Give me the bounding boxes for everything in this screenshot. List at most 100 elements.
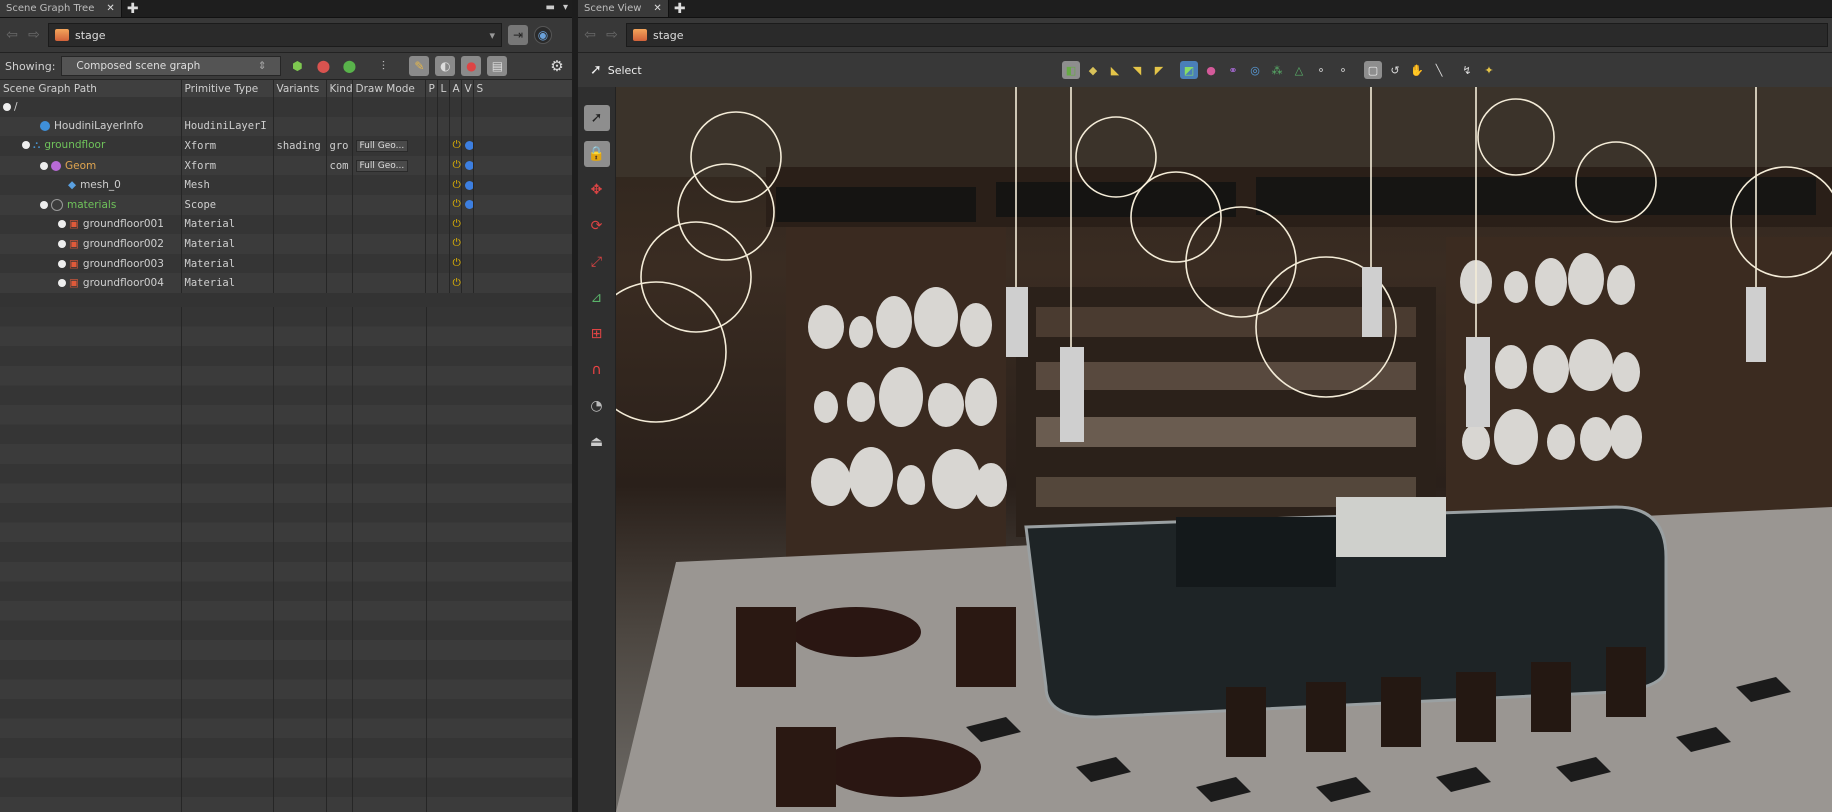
remove-primitive-icon[interactable]: ⬤	[313, 56, 333, 76]
table-row[interactable]: Geom Xform com Full Geo... ⏻	[0, 155, 573, 176]
lock-icon[interactable]: 🔒	[583, 141, 610, 167]
secure-select-icon[interactable]: ↯	[1458, 61, 1476, 79]
collection-icon[interactable]: ⬤	[339, 56, 359, 76]
add-tab-icon[interactable]: ✚	[669, 0, 691, 17]
table-row[interactable]: ◆ mesh_0 Mesh ⏻	[0, 175, 573, 195]
table-row[interactable]: ▣ groundfloor002 Material ⏻	[0, 234, 573, 254]
col-header-l[interactable]: L	[437, 80, 450, 97]
back-arrow-icon[interactable]: ⇦	[582, 27, 598, 43]
sphere-icon[interactable]: ◐	[435, 56, 456, 76]
col-header-p[interactable]: P	[425, 80, 438, 97]
rotate-tool-icon[interactable]: ⟳	[584, 213, 610, 239]
back-arrow-icon[interactable]: ⇦	[4, 27, 20, 43]
light-icon[interactable]: ●	[461, 56, 482, 76]
select-faces-icon[interactable]: ◥	[1128, 61, 1146, 79]
drawmode-select[interactable]: Full Geo...	[355, 160, 409, 173]
eye-icon[interactable]	[464, 200, 472, 210]
gear-icon[interactable]: ⚙	[547, 56, 567, 76]
select-components-icon[interactable]: △	[1290, 61, 1308, 79]
col-header-variants[interactable]: Variants	[273, 80, 327, 97]
path-field[interactable]: stage	[626, 23, 1828, 47]
path-dropdown-icon[interactable]: ▾	[489, 29, 495, 42]
forward-arrow-icon[interactable]: ⇨	[26, 27, 42, 43]
collapse-icon[interactable]	[40, 200, 48, 209]
visibility-cell[interactable]	[461, 155, 474, 176]
path-field[interactable]: stage ▾	[48, 23, 502, 47]
table-row[interactable]: ▣ groundfloor004 Material ⏻	[0, 273, 573, 293]
select-edges-icon[interactable]: ◣	[1106, 61, 1124, 79]
drawmode-cell[interactable]: Full Geo...	[352, 136, 426, 156]
select-objects-icon[interactable]: ◧	[1062, 61, 1080, 79]
expand-icon[interactable]	[58, 259, 66, 268]
tab-scene-view[interactable]: Scene View ✕	[578, 0, 669, 17]
activate-icon[interactable]: ⏻	[449, 136, 462, 156]
select-subcomponents-icon[interactable]: ⚬	[1312, 61, 1330, 79]
move-tool-icon[interactable]: ✥	[584, 177, 610, 203]
eye-icon[interactable]	[464, 161, 472, 171]
table-row[interactable]: ▣ groundfloor003 Material ⏻	[0, 253, 573, 274]
paint-select-icon[interactable]: ✋	[1408, 61, 1426, 79]
snap-magnet-icon[interactable]: ∩	[584, 357, 610, 383]
activate-icon[interactable]: ⏻	[449, 155, 462, 176]
col-header-v[interactable]: V	[461, 80, 474, 97]
col-header-kind[interactable]: Kind	[326, 80, 353, 97]
link-icon[interactable]: ◉	[534, 26, 552, 44]
activate-icon[interactable]: ⏻	[449, 214, 462, 235]
col-header-drawmode[interactable]: Draw Mode	[352, 80, 426, 97]
activate-icon[interactable]: ⏻	[449, 273, 462, 293]
expand-icon[interactable]	[58, 220, 66, 229]
laser-select-icon[interactable]: ╲	[1430, 61, 1448, 79]
table-row[interactable]: ⛬ groundfloor Xform shading gro Full Geo.…	[0, 136, 573, 156]
forward-arrow-icon[interactable]: ⇨	[604, 27, 620, 43]
drawmode-select[interactable]: Full Geo...	[355, 140, 409, 153]
box-select-icon[interactable]: ▢	[1364, 61, 1382, 79]
camera-tool-icon[interactable]: ⏏	[584, 429, 610, 455]
add-primitive-icon[interactable]: ⬢	[287, 56, 307, 76]
activate-icon[interactable]: ⏻	[449, 234, 462, 254]
select-connected-icon[interactable]: ⚭	[1224, 61, 1242, 79]
col-header-type[interactable]: Primitive Type	[181, 80, 274, 97]
eye-icon[interactable]	[464, 180, 472, 190]
scale-tool-icon[interactable]: ⤢	[584, 249, 610, 275]
pin-icon[interactable]: ⇥	[508, 25, 528, 45]
brush-icon[interactable]: ✎	[409, 56, 430, 76]
visibility-cell[interactable]	[461, 175, 474, 195]
activate-icon[interactable]: ⏻	[449, 194, 462, 215]
table-row[interactable]: /	[0, 97, 573, 117]
select-assemblies-icon[interactable]: ⚬	[1334, 61, 1352, 79]
filter-sliders-icon[interactable]: ⫶	[373, 56, 393, 76]
col-header-path[interactable]: Scene Graph Path	[0, 80, 182, 97]
close-tab-icon[interactable]: ✕	[106, 3, 114, 14]
add-tab-icon[interactable]: ✚	[122, 0, 144, 17]
pane-menu-icon[interactable]: ▾	[563, 2, 568, 13]
drawmode-cell[interactable]: Full Geo...	[352, 155, 426, 176]
close-tab-icon[interactable]: ✕	[653, 3, 661, 14]
eye-icon[interactable]	[464, 141, 472, 151]
expand-icon[interactable]	[58, 279, 66, 288]
select-models-icon[interactable]: ⁂	[1268, 61, 1286, 79]
col-header-a[interactable]: A	[449, 80, 462, 97]
lasso-select-icon[interactable]: ↺	[1386, 61, 1404, 79]
table-row[interactable]: materials Scope ⏻	[0, 194, 573, 215]
view-tool-icon[interactable]: ◔	[584, 393, 610, 419]
activate-icon[interactable]: ⏻	[449, 175, 462, 195]
select-visible-icon[interactable]: ✦	[1480, 61, 1498, 79]
select-instances-icon[interactable]: ◎	[1246, 61, 1264, 79]
collapse-icon[interactable]	[22, 141, 30, 150]
select-groups-icon[interactable]: ◩	[1180, 61, 1198, 79]
tab-scene-graph-tree[interactable]: Scene Graph Tree ✕	[0, 0, 122, 17]
table-row[interactable]: ▣ groundfloor001 Material ⏻	[0, 214, 573, 235]
select-tool-icon[interactable]: ➚	[583, 105, 610, 131]
showing-select[interactable]: Composed scene graph ⇕	[61, 56, 282, 76]
collapse-icon[interactable]	[40, 161, 48, 170]
collapse-icon[interactable]	[3, 102, 11, 111]
layer-icon[interactable]: ▤	[487, 56, 508, 76]
visibility-cell[interactable]	[461, 194, 474, 215]
transform-tool-icon[interactable]: ⊞	[584, 321, 610, 347]
table-row[interactable]: HoudiniLayerInfo HoudiniLayerI	[0, 116, 573, 137]
3d-viewport[interactable]	[616, 87, 1832, 812]
expand-icon[interactable]	[58, 239, 66, 248]
pose-tool-icon[interactable]: ⊿	[584, 285, 610, 311]
select-hierarchy-icon[interactable]: ●	[1202, 61, 1220, 79]
visibility-cell[interactable]	[461, 136, 474, 156]
